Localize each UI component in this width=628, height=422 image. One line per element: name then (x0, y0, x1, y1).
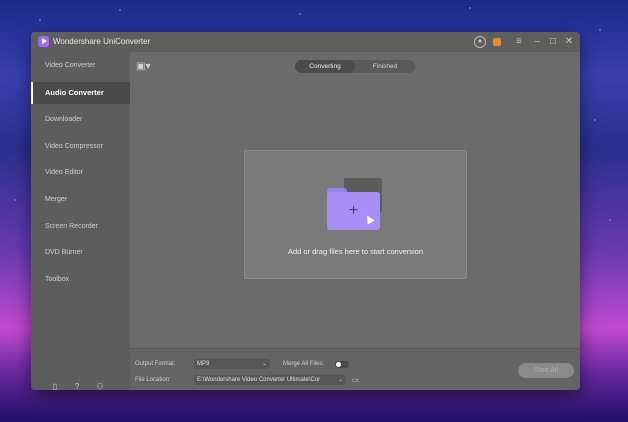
output-format-select[interactable]: MP3 ⌄ (194, 359, 270, 369)
sidebar-bottom-icons: ▯ ? ⚇ (45, 382, 125, 390)
chevron-down-icon: ⌄ (335, 375, 343, 385)
tab-finished[interactable]: Finished (355, 60, 415, 73)
tab-switch: Converting Finished (295, 60, 415, 73)
app-title: Wondershare UniConverter (53, 37, 151, 46)
app-window: Wondershare UniConverter ● ≡ – ☐ ✕ Video… (31, 32, 580, 390)
menu-icon[interactable]: ≡ (513, 36, 525, 48)
start-all-button[interactable]: Start All (518, 363, 574, 378)
sidebar-item-screen-recorder[interactable]: Screen Recorder (31, 216, 130, 238)
chevron-down-icon: ⌄ (261, 361, 267, 367)
tab-converting[interactable]: Converting (295, 60, 355, 73)
book-icon[interactable]: ▯ (50, 382, 60, 390)
merge-all-label: Merge All Files: (283, 361, 325, 367)
open-folder-icon[interactable]: ▭ (352, 376, 362, 384)
sidebar-item-video-editor[interactable]: Video Editor (31, 162, 130, 184)
maximize-icon[interactable]: ☐ (547, 36, 559, 48)
sidebar-item-merger[interactable]: Merger (31, 189, 130, 211)
drop-zone-text: Add or drag files here to start conversi… (287, 247, 424, 256)
output-format-value: MP3 (197, 361, 210, 367)
sidebar: Video Converter Audio Converter Download… (31, 52, 130, 390)
add-file-icon[interactable]: ▣▾ (136, 61, 154, 73)
footer-bar: Output Format: MP3 ⌄ Merge All Files: Fi… (130, 348, 580, 390)
gift-icon[interactable] (493, 38, 501, 46)
help-icon[interactable]: ? (72, 382, 82, 390)
plus-icon: + (348, 202, 359, 219)
drop-zone[interactable]: + Add or drag files here to start conver… (244, 150, 467, 279)
file-location-value: E:\Wondershare Video Converter Ultimate\… (197, 377, 321, 383)
merge-all-toggle[interactable] (335, 361, 349, 368)
account-icon[interactable]: ⚇ (95, 382, 105, 390)
file-location-label: File Location: (135, 377, 171, 383)
sidebar-item-downloader[interactable]: Downloader (31, 109, 130, 131)
output-format-label: Output Format: (135, 361, 176, 367)
close-icon[interactable]: ✕ (563, 36, 575, 48)
sidebar-item-dvd-burner[interactable]: DVD Burner (31, 242, 130, 264)
sidebar-item-video-converter[interactable]: Video Converter (31, 55, 130, 77)
minimize-icon[interactable]: – (531, 36, 543, 48)
avatar-icon[interactable]: ● (474, 36, 486, 48)
sidebar-item-audio-converter[interactable]: Audio Converter (31, 82, 130, 104)
app-logo-icon (38, 36, 49, 47)
sidebar-item-toolbox[interactable]: Toolbox (31, 269, 130, 291)
sidebar-item-video-compressor[interactable]: Video Compressor (31, 136, 130, 158)
title-bar: Wondershare UniConverter ● ≡ – ☐ ✕ (31, 32, 580, 52)
main-panel: ▣▾ Converting Finished + Add or drag fil… (130, 52, 580, 390)
file-location-select[interactable]: E:\Wondershare Video Converter Ultimate\… (194, 375, 346, 385)
